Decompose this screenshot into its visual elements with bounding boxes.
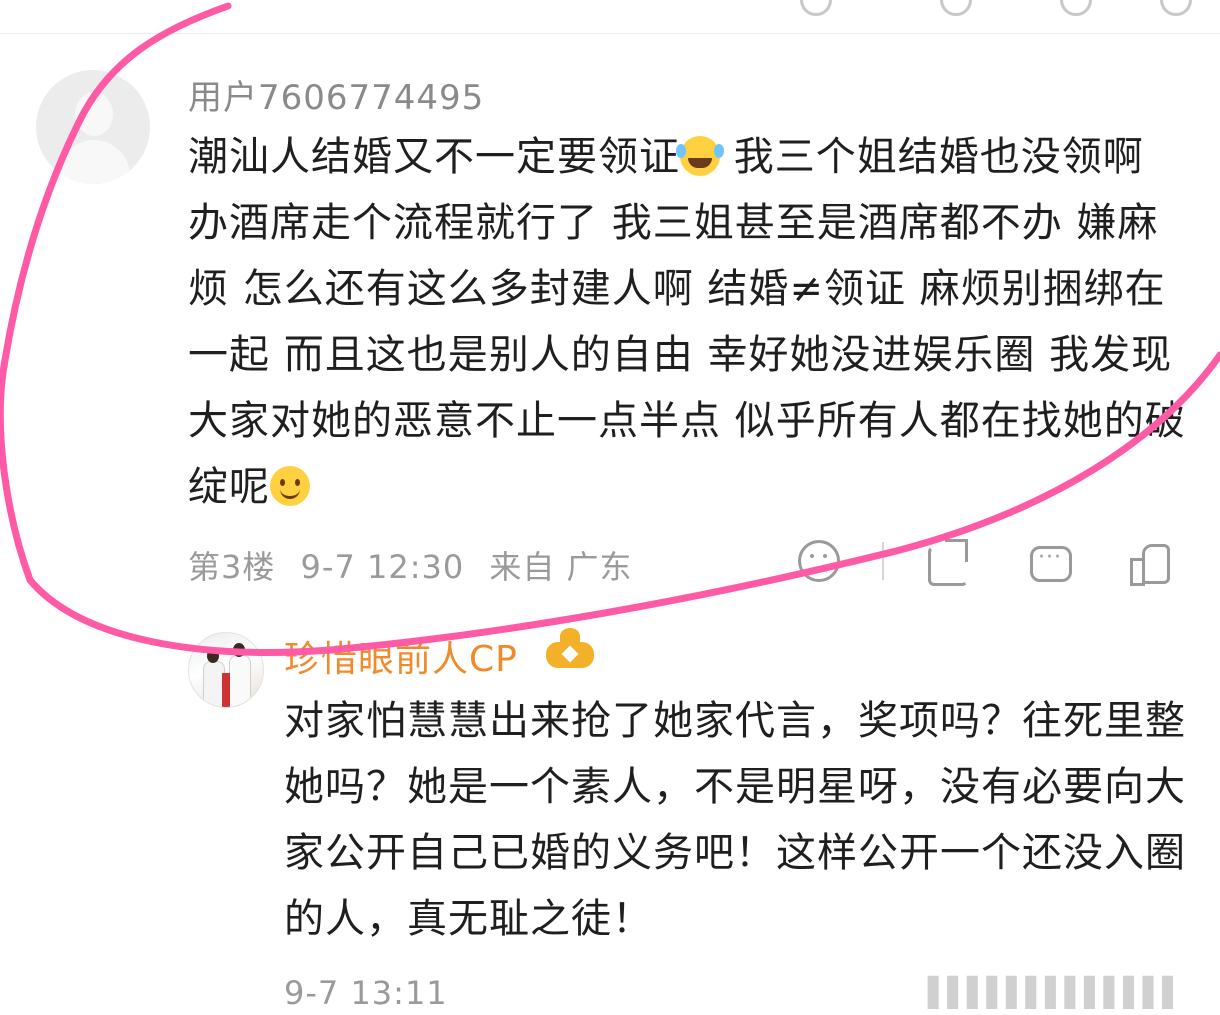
reply-time: 9-7 13:11: [284, 974, 448, 1012]
comment-actions: [780, 539, 1200, 588]
floor-number: 第3楼: [188, 548, 276, 586]
comment-location: 来自 广东: [489, 548, 633, 586]
reply-username[interactable]: 珍惜眼前人CP: [284, 630, 518, 682]
avatar-figure: [229, 655, 251, 707]
avatar-placeholder-head: [75, 92, 113, 136]
comment-time: 9-7 12:30: [300, 548, 465, 586]
like-thumb-icon[interactable]: [1130, 544, 1170, 586]
top-toolbar-remnant: [780, 0, 1200, 16]
crown-top: [560, 628, 580, 644]
reply-comment-icon[interactable]: [1030, 545, 1072, 582]
avatar-figure-head: [207, 649, 219, 663]
comment-meta: 第3楼 9-7 12:30 来自 广东: [188, 542, 647, 588]
react-emoji-icon[interactable]: [798, 540, 840, 582]
crown-vip-icon: [542, 628, 598, 672]
cut-off-icon: [1060, 0, 1092, 16]
avatar-placeholder-body: [58, 140, 130, 184]
reply-user-avatar[interactable]: [188, 632, 264, 708]
cut-off-icon: [800, 0, 832, 16]
user-avatar[interactable]: [36, 70, 150, 184]
comment-body: 潮汕人结婚又不一定要领证 我三个姐结婚也没领啊 办酒席走个流程就行了 我三姐甚至…: [188, 124, 1198, 520]
cut-off-icon: [1160, 0, 1192, 16]
reply-body: 对家怕慧慧出来抢了她家代言，奖项吗？往死里整她吗？她是一个素人，不是明星呀，没有…: [284, 698, 1186, 942]
cut-off-icon: [940, 0, 972, 16]
share-icon[interactable]: [928, 539, 968, 586]
action-separator: [882, 542, 884, 580]
divider: [0, 33, 1220, 34]
smile-emoji-icon: [270, 466, 310, 506]
comment-text-part: 我三个姐结婚也没领啊 办酒席走个流程就行了 我三姐甚至是酒席都不办 嫌麻烦 怎么…: [188, 134, 1186, 510]
comment-username[interactable]: 用户7606774495: [188, 70, 484, 119]
watermark-logo: ▌▌▌▌▌▌▌▌▌▌▌▌▌: [928, 976, 1184, 1009]
laugh-cry-emoji-icon: [676, 136, 720, 176]
avatar-figure-head: [233, 643, 245, 657]
avatar-stripe: [222, 673, 230, 707]
comment-text-part: 潮汕人结婚又不一定要领证: [188, 134, 680, 180]
